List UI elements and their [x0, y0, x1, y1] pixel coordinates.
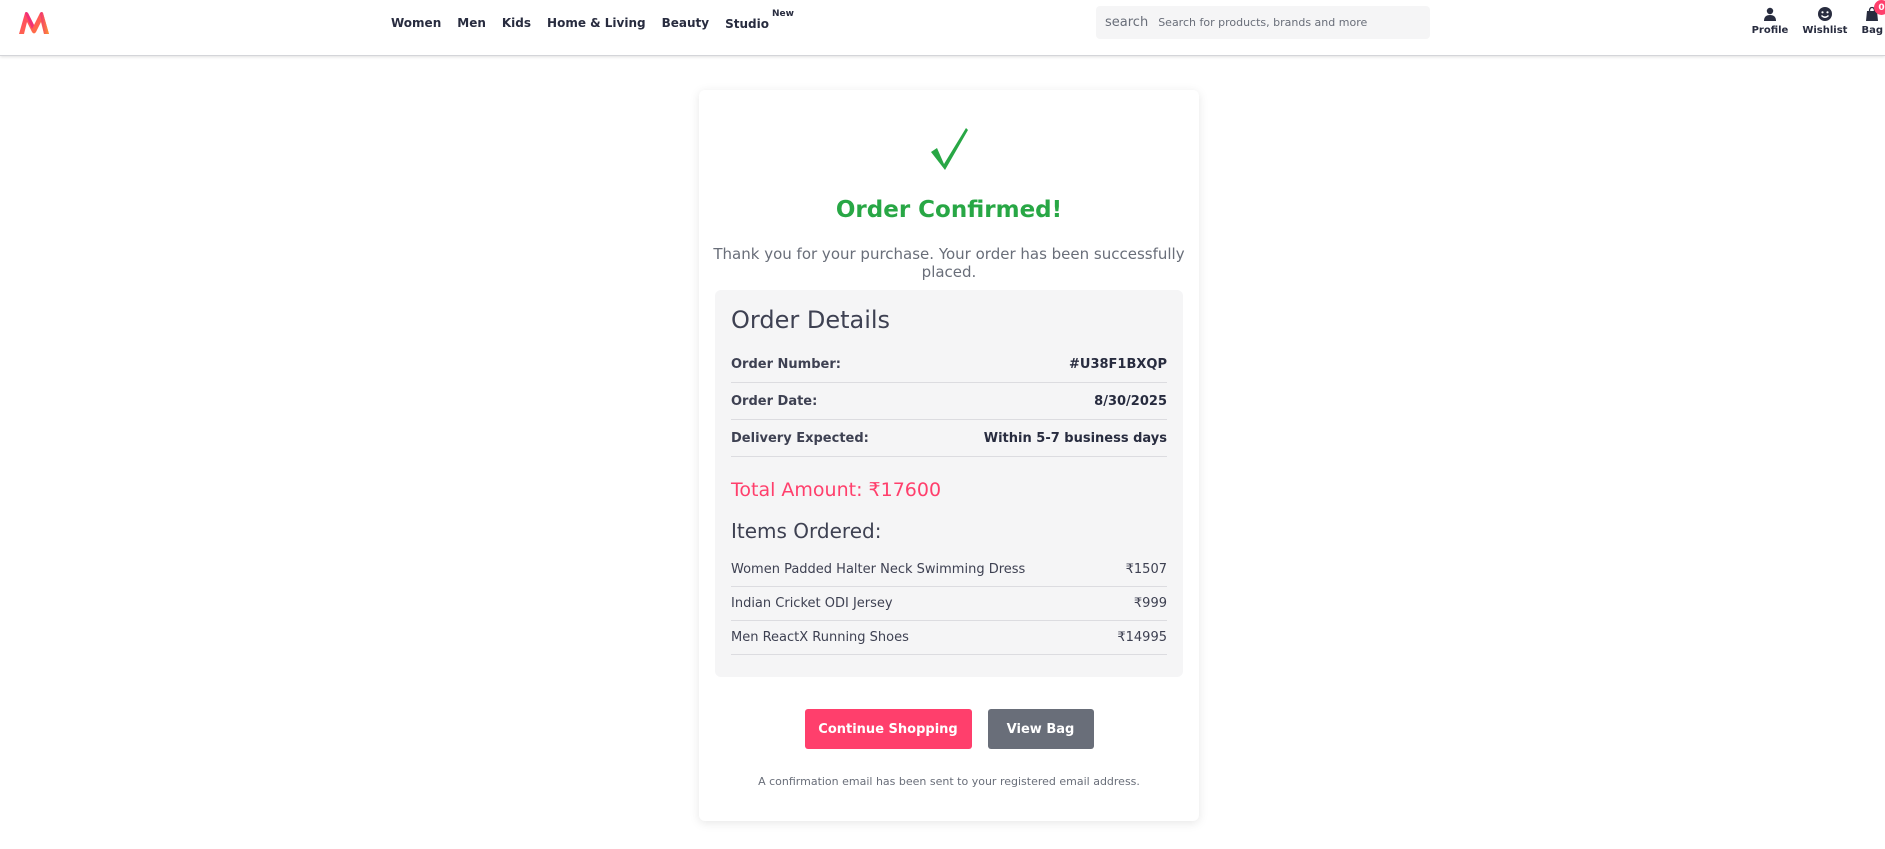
order-date-row: Order Date: 8/30/2025 — [731, 383, 1167, 420]
confirmation-subtitle: Thank you for your purchase. Your order … — [713, 245, 1185, 281]
checkmark-icon — [699, 126, 1199, 176]
action-buttons: Continue Shopping View Bag — [699, 709, 1199, 749]
bag-count-badge: 0 — [1874, 0, 1885, 15]
main-nav: Women Men Kids Home & Living Beauty Stud… — [391, 0, 810, 46]
nav-label: Men — [457, 16, 486, 30]
myntra-logo-icon[interactable] — [17, 10, 51, 36]
item-price: ₹1507 — [1125, 562, 1167, 577]
bag-button[interactable]: 0 Bag — [1861, 0, 1885, 36]
order-number-value: #U38F1BXQP — [1069, 356, 1167, 372]
view-bag-button[interactable]: View Bag — [987, 709, 1094, 749]
continue-shopping-button[interactable]: Continue Shopping — [804, 709, 972, 749]
profile-button[interactable]: Profile — [1751, 6, 1789, 36]
item-name: Indian Cricket ODI Jersey — [731, 596, 893, 611]
nav-item-home-living[interactable]: Home & Living — [547, 16, 646, 30]
delivery-expected-value: Within 5-7 business days — [983, 430, 1167, 446]
header-actions: Profile Wishlist 0 Bag — [1751, 0, 1885, 36]
nav-label: Women — [391, 16, 442, 30]
profile-icon — [1763, 7, 1776, 21]
order-confirmation-card: Order Confirmed! Thank you for your purc… — [699, 90, 1199, 821]
detail-label: Delivery Expected: — [731, 430, 869, 446]
confirmation-email-note: A confirmation email has been sent to yo… — [758, 775, 1140, 788]
bag-label: Bag — [1861, 25, 1883, 36]
new-badge: New — [771, 8, 794, 19]
detail-label: Order Number: — [731, 356, 841, 372]
nav-label: Studio — [725, 16, 769, 31]
search-icon: search — [1105, 15, 1149, 30]
items-ordered-title: Items Ordered: — [731, 519, 882, 543]
list-item: Indian Cricket ODI Jersey ₹999 — [731, 587, 1167, 621]
profile-label: Profile — [1751, 25, 1789, 36]
nav-item-beauty[interactable]: Beauty — [662, 16, 709, 30]
nav-item-women[interactable]: Women — [391, 16, 441, 30]
order-date-value: 8/30/2025 — [1094, 393, 1167, 409]
wishlist-label: Wishlist — [1802, 25, 1848, 36]
item-name: Women Padded Halter Neck Swimming Dress — [731, 562, 1026, 577]
nav-item-men[interactable]: Men — [457, 16, 486, 30]
site-header: Women Men Kids Home & Living Beauty Stud… — [0, 0, 1885, 56]
order-details-title: Order Details — [731, 306, 891, 334]
list-item: Men ReactX Running Shoes ₹14995 — [731, 621, 1167, 655]
item-name: Men ReactX Running Shoes — [731, 630, 909, 645]
order-number-row: Order Number: #U38F1BXQP — [731, 346, 1167, 383]
nav-item-studio[interactable]: StudioNew — [725, 9, 794, 31]
wishlist-button[interactable]: Wishlist — [1802, 6, 1847, 36]
confirmation-title: Order Confirmed! — [835, 197, 1063, 223]
nav-item-kids[interactable]: Kids — [502, 16, 531, 30]
total-amount: Total Amount: ₹17600 — [731, 479, 942, 501]
smiley-icon — [1817, 7, 1832, 21]
item-price: ₹14995 — [1117, 630, 1167, 645]
nav-label: Kids — [501, 16, 532, 30]
nav-label: Beauty — [661, 16, 710, 30]
list-item: Women Padded Halter Neck Swimming Dress … — [731, 553, 1167, 587]
search-bar[interactable]: search — [1096, 6, 1430, 39]
item-price: ₹999 — [1133, 596, 1167, 611]
detail-label: Order Date: — [731, 393, 818, 409]
nav-label: Home & Living — [547, 16, 646, 30]
delivery-expected-row: Delivery Expected: Within 5-7 business d… — [731, 420, 1167, 457]
search-input[interactable] — [1158, 16, 1429, 29]
order-details-panel: Order Details Order Number: #U38F1BXQP O… — [715, 290, 1183, 677]
